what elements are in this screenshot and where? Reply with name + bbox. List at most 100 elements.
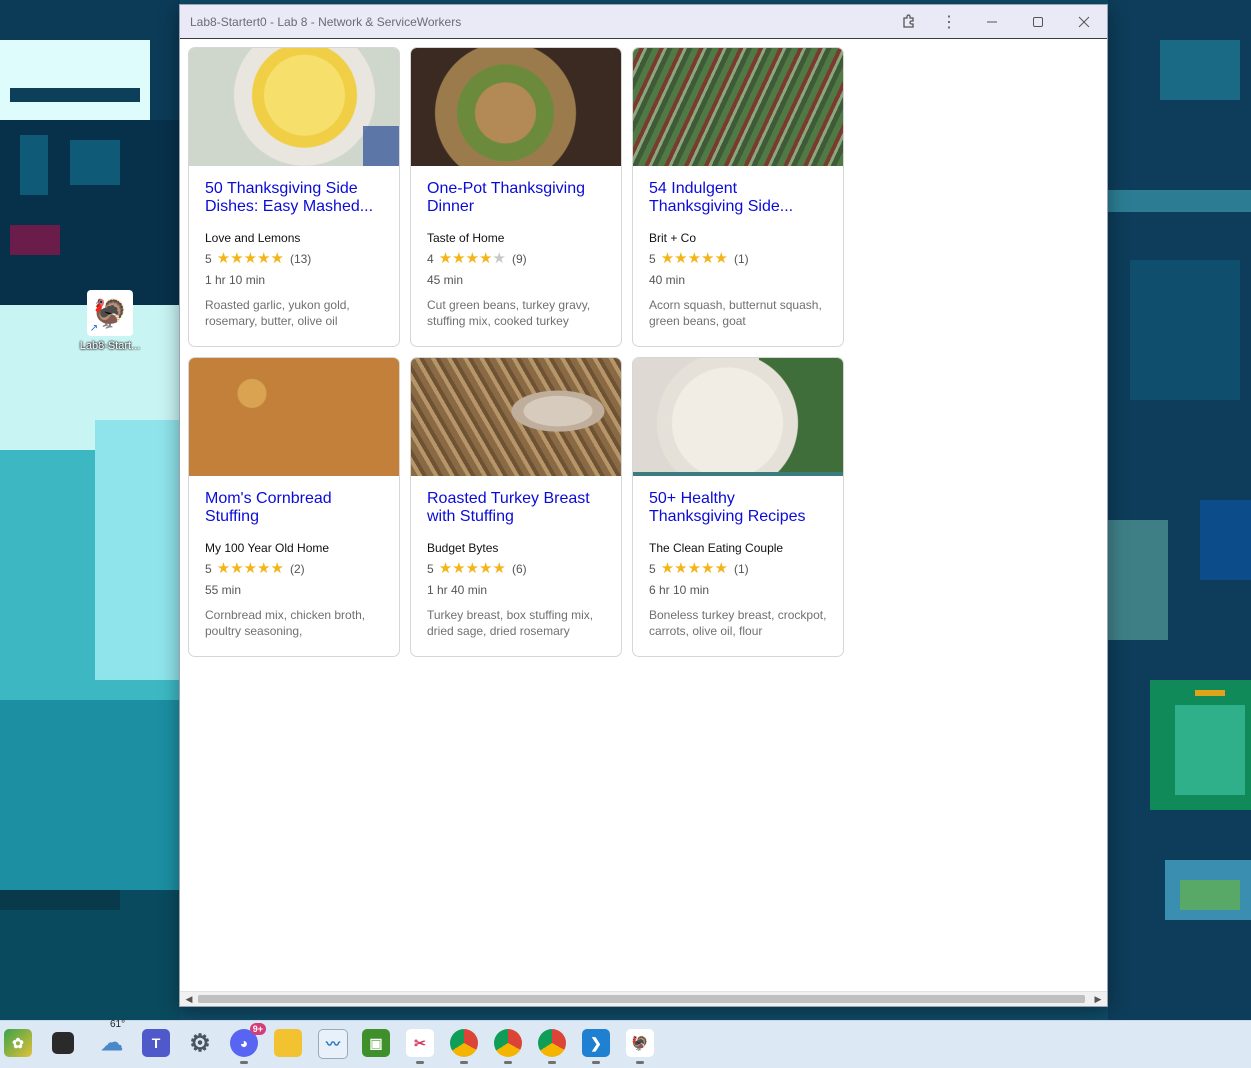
recipe-card[interactable]: Mom's Cornbread Stuffing My 100 Year Old… [188,357,400,657]
chrome-icon[interactable] [450,1029,478,1064]
review-count: (1) [733,562,749,576]
ingredients: Roasted garlic, yukon gold, rosemary, bu… [205,298,350,328]
chrome-icon[interactable] [538,1029,566,1064]
recipe-source: Budget Bytes [427,541,499,555]
discord-icon[interactable]: ◕ 9+ [230,1023,266,1064]
recipe-rating: 5 ★★★★★ (1) [649,560,827,577]
recipe-image [633,358,843,476]
window-controls: ⋮ [889,5,1107,38]
scrollbar-thumb[interactable] [198,995,1085,1003]
recipe-image [189,358,399,476]
cook-time: 1 hr 40 min [427,583,488,597]
app-window: Lab8-Startert0 - Lab 8 - Network & Servi… [179,4,1108,1007]
star-icon: ★ [230,560,244,577]
recipe-image [411,48,621,166]
recipe-image [633,48,843,166]
star-icon: ★ [465,560,480,577]
recipe-grid: 50 Thanksgiving Side Dishes: Easy Mashed… [188,47,844,657]
recipe-title-link[interactable]: 50+ Healthy Thanksgiving Recipes [649,490,827,526]
recipe-card[interactable]: 50 Thanksgiving Side Dishes: Easy Mashed… [188,47,400,347]
puzzle-icon[interactable] [889,5,929,38]
teams-icon[interactable]: T [142,1029,170,1057]
star-icon: ★ [438,560,453,577]
minimize-button[interactable] [969,5,1015,38]
recipe-card[interactable]: 50+ Healthy Thanksgiving Recipes The Cle… [632,357,844,657]
recipe-rating: 4 ★★★★★ (9) [427,250,605,267]
recipe-image [411,358,621,476]
pwa-app-icon[interactable]: 🦃 [626,1029,654,1064]
star-icon: ★ [674,560,688,577]
star-rating-icon: ★★★★★ [216,250,284,267]
recipe-rating: 5 ★★★★★ (1) [649,250,827,267]
star-icon: ★ [701,250,715,267]
widgets-icon[interactable]: ✿ [4,1029,32,1057]
title-bar[interactable]: Lab8-Startert0 - Lab 8 - Network & Servi… [180,5,1107,39]
recipe-card[interactable]: One-Pot Thanksgiving Dinner Taste of Hom… [410,47,622,347]
file-explorer-icon[interactable] [274,1029,302,1057]
close-button[interactable] [1061,5,1107,38]
ingredients: Boneless turkey breast, crockpot, carrot… [649,608,827,638]
recipe-rating: 5 ★★★★★ (2) [205,560,383,577]
scroll-left-icon[interactable]: ◀ [182,993,196,1005]
star-icon: ★ [452,250,466,267]
star-icon: ★ [492,250,506,267]
review-count: (2) [289,562,305,576]
vscode-icon[interactable]: ❯ [582,1029,610,1064]
star-icon: ★ [438,250,453,267]
desktop-shortcut-lab8[interactable]: 🦃 ↗ Lab8-Start... [78,290,142,352]
star-icon: ★ [479,250,493,267]
horizontal-scrollbar[interactable]: ◀ ▶ [180,991,1107,1006]
rating-value: 5 [205,252,212,266]
star-icon: ★ [257,560,271,577]
recipe-source: Love and Lemons [205,231,301,245]
star-icon: ★ [257,250,271,267]
turkey-icon: 🦃 ↗ [87,290,133,336]
ingredients: Turkey breast, box stuffing mix, dried s… [427,608,594,638]
star-icon: ★ [674,250,688,267]
recipe-title-link[interactable]: Mom's Cornbread Stuffing [205,490,383,526]
star-rating-icon: ★★★★★ [660,250,728,267]
recipe-image [189,48,399,166]
recipe-title-link[interactable]: Roasted Turkey Breast with Stuffing [427,490,605,526]
recipe-title-link[interactable]: 50 Thanksgiving Side Dishes: Easy Mashed… [205,180,383,216]
cook-time: 40 min [649,273,686,287]
weather-temperature: 61° [110,1019,126,1030]
recipe-rating: 5 ★★★★★ (6) [427,560,605,577]
recipe-title-link[interactable]: One-Pot Thanksgiving Dinner [427,180,605,216]
recipe-source: The Clean Eating Couple [649,541,784,555]
shortcut-arrow-icon: ↗ [88,323,100,335]
task-view-icon[interactable] [52,1032,74,1054]
cook-time: 1 hr 10 min [205,273,266,287]
rating-value: 5 [649,252,656,266]
recipe-source: My 100 Year Old Home [205,541,330,555]
chrome-icon[interactable] [494,1029,522,1064]
star-rating-icon: ★★★★★ [661,560,728,577]
maximize-button[interactable] [1015,5,1061,38]
star-icon: ★ [270,250,284,267]
performance-monitor-icon[interactable]: 〰 [318,1029,348,1059]
recipe-rating: 5 ★★★★★ (13) [205,250,383,267]
ingredients: Cornbread mix, chicken broth, poultry se… [205,608,366,638]
star-icon: ★ [660,250,675,267]
star-icon: ★ [701,560,715,577]
star-icon: ★ [216,250,231,267]
recipe-source: Taste of Home [427,231,505,245]
rating-value: 5 [649,562,656,576]
recipe-title-link[interactable]: 54 Indulgent Thanksgiving Side... [649,180,827,216]
desktop-shortcut-label: Lab8-Start... [79,340,141,352]
review-count: (9) [511,252,527,266]
weather-icon[interactable]: ☁ 61° [98,1019,126,1057]
star-icon: ★ [687,560,702,577]
snipping-tool-icon[interactable]: ✂ [406,1029,434,1064]
recipe-card[interactable]: 54 Indulgent Thanksgiving Side... Brit +… [632,47,844,347]
star-icon: ★ [479,560,493,577]
star-icon: ★ [452,560,466,577]
star-icon: ★ [230,250,244,267]
star-icon: ★ [714,250,728,267]
recipe-card[interactable]: Roasted Turkey Breast with Stuffing Budg… [410,357,622,657]
settings-icon[interactable]: ⚙ [186,1029,214,1057]
kebab-menu-icon[interactable]: ⋮ [929,5,969,38]
minecraft-icon[interactable]: ▣ [362,1029,390,1057]
scroll-right-icon[interactable]: ▶ [1091,993,1105,1005]
cook-time: 6 hr 10 min [649,583,710,597]
